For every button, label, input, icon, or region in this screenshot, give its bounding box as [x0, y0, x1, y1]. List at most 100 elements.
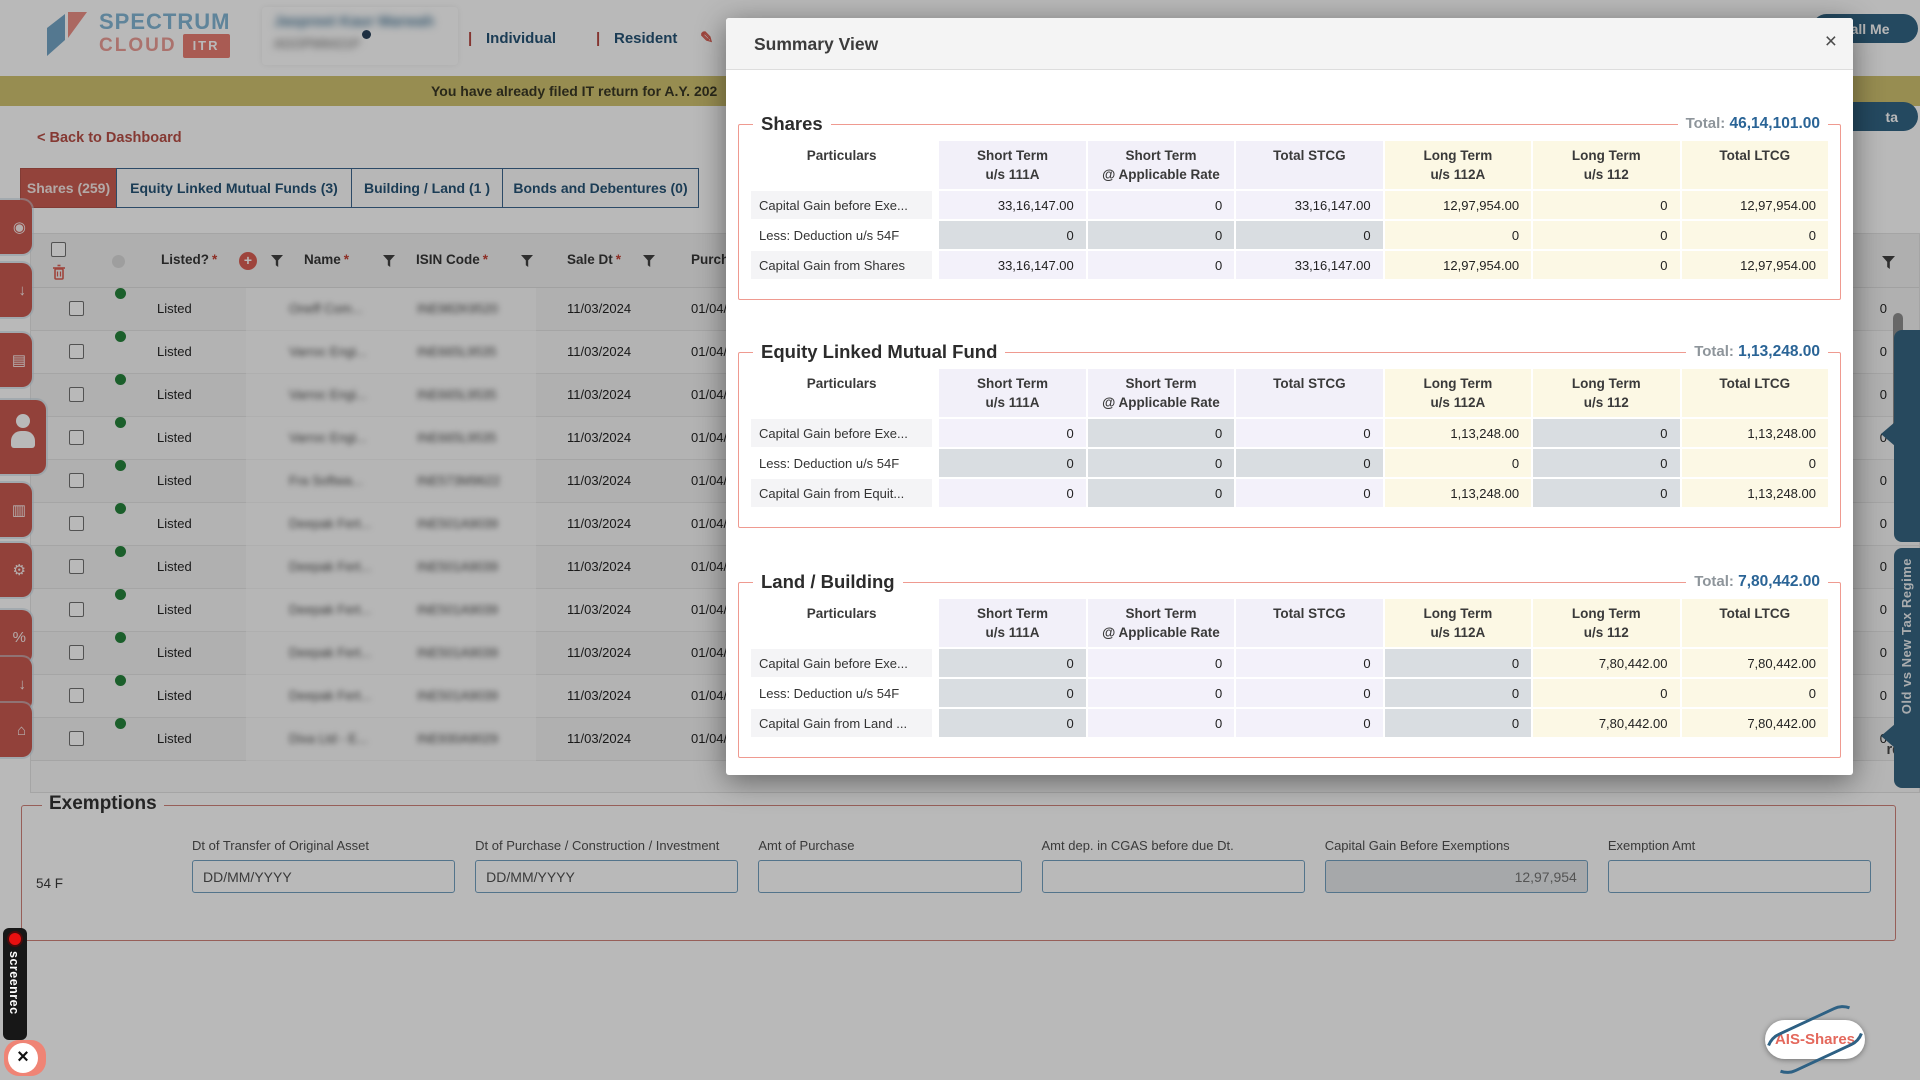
amount-cell: 1,13,248.00: [1383, 417, 1531, 447]
amount-cell: 0: [1234, 447, 1382, 477]
column-header: Particulars: [751, 369, 937, 417]
amount-cell: 0: [1234, 647, 1382, 677]
summary-row: Less: Deduction u/s 54F000000: [751, 219, 1828, 249]
column-header: Total STCG: [1234, 369, 1382, 417]
column-header: Long Termu/s 112: [1531, 141, 1679, 189]
amount-cell: 12,97,954.00: [1680, 249, 1829, 279]
amount-cell: 33,16,147.00: [937, 249, 1085, 279]
ais-shares-button[interactable]: AIS-Shares: [1765, 1020, 1865, 1059]
amount-cell: 0: [1383, 677, 1531, 707]
section-title: Land / Building: [753, 571, 903, 593]
amount-cell: 12,97,954.00: [1383, 249, 1531, 279]
summary-row: Capital Gain before Exe...0001,13,248.00…: [751, 417, 1828, 447]
particulars-cell: Less: Deduction u/s 54F: [751, 677, 937, 707]
screenrec-close-widget[interactable]: ×: [4, 1040, 46, 1076]
amount-cell: 0: [1086, 677, 1234, 707]
close-icon: ×: [8, 1043, 38, 1073]
particulars-cell: Less: Deduction u/s 54F: [751, 447, 937, 477]
section-title: Shares: [753, 113, 831, 135]
column-header: Short Term@ Applicable Rate: [1086, 141, 1234, 189]
summary-row: Capital Gain before Exe...33,16,147.0003…: [751, 189, 1828, 219]
section-total: Total: 1,13,248.00: [1686, 343, 1828, 361]
modal-title: Summary View: [754, 18, 878, 70]
amount-cell: 0: [1383, 707, 1531, 737]
total-value: 1,13,248.00: [1738, 343, 1820, 360]
summary-table: Particulars Short Termu/s 111AShort Term…: [751, 369, 1828, 507]
amount-cell: 7,80,442.00: [1680, 707, 1829, 737]
amount-cell: 0: [937, 447, 1085, 477]
amount-cell: 0: [1531, 249, 1679, 279]
amount-cell: 0: [1086, 477, 1234, 507]
amount-cell: 0: [1234, 219, 1382, 249]
record-dot-icon: [9, 933, 21, 945]
summary-table: Particulars Short Termu/s 111AShort Term…: [751, 141, 1828, 279]
amount-cell: 0: [1086, 707, 1234, 737]
section-total: Total: 46,14,101.00: [1678, 115, 1828, 133]
amount-cell: 1,13,248.00: [1680, 477, 1829, 507]
amount-cell: 0: [1531, 447, 1679, 477]
amount-cell: 0: [1086, 189, 1234, 219]
total-label: Total:: [1694, 573, 1734, 590]
particulars-cell: Capital Gain before Exe...: [751, 647, 937, 677]
column-header: Total LTCG: [1680, 369, 1829, 417]
column-header: Total STCG: [1234, 599, 1382, 647]
amount-cell: 0: [937, 219, 1085, 249]
summary-table: Particulars Short Termu/s 111AShort Term…: [751, 599, 1828, 737]
amount-cell: 0: [937, 647, 1085, 677]
amount-cell: 0: [937, 417, 1085, 447]
column-header: Long Termu/s 112A: [1383, 369, 1531, 417]
column-header: Short Term@ Applicable Rate: [1086, 599, 1234, 647]
summary-section-1: SharesTotal: 46,14,101.00Particulars Sho…: [738, 124, 1841, 300]
column-header: Long Termu/s 112A: [1383, 141, 1531, 189]
amount-cell: 0: [1383, 647, 1531, 677]
summary-row: Capital Gain from Land ...00007,80,442.0…: [751, 707, 1828, 737]
amount-cell: 0: [1086, 219, 1234, 249]
column-header: Short Termu/s 111A: [937, 599, 1085, 647]
amount-cell: 12,97,954.00: [1383, 189, 1531, 219]
column-header: Particulars: [751, 599, 937, 647]
column-header: Particulars: [751, 141, 937, 189]
amount-cell: 12,97,954.00: [1680, 189, 1829, 219]
amount-cell: 0: [1531, 477, 1679, 507]
particulars-cell: Less: Deduction u/s 54F: [751, 219, 937, 249]
amount-cell: 33,16,147.00: [1234, 249, 1382, 279]
amount-cell: 0: [1680, 447, 1829, 477]
total-label: Total:: [1694, 343, 1734, 360]
total-value: 7,80,442.00: [1738, 573, 1820, 590]
amount-cell: 0: [1086, 249, 1234, 279]
particulars-cell: Capital Gain from Equit...: [751, 477, 937, 507]
close-icon[interactable]: ×: [1825, 30, 1837, 54]
summary-view-modal: Summary View × SharesTotal: 46,14,101.00…: [726, 18, 1853, 775]
column-header: Short Term@ Applicable Rate: [1086, 369, 1234, 417]
summary-row: Capital Gain from Shares33,16,147.00033,…: [751, 249, 1828, 279]
summary-row: Less: Deduction u/s 54F000000: [751, 677, 1828, 707]
column-header: Long Termu/s 112A: [1383, 599, 1531, 647]
amount-cell: 0: [1383, 447, 1531, 477]
amount-cell: 33,16,147.00: [1234, 189, 1382, 219]
section-title: Equity Linked Mutual Fund: [753, 341, 1005, 363]
amount-cell: 0: [1531, 677, 1679, 707]
modal-header: Summary View ×: [726, 18, 1853, 70]
amount-cell: 0: [1086, 417, 1234, 447]
amount-cell: 0: [1531, 189, 1679, 219]
amount-cell: 0: [1680, 677, 1829, 707]
column-header: Total LTCG: [1680, 599, 1829, 647]
section-total: Total: 7,80,442.00: [1686, 573, 1828, 591]
amount-cell: 7,80,442.00: [1531, 707, 1679, 737]
particulars-cell: Capital Gain from Shares: [751, 249, 937, 279]
amount-cell: 0: [1383, 219, 1531, 249]
total-label: Total:: [1686, 115, 1726, 132]
amount-cell: 7,80,442.00: [1531, 647, 1679, 677]
column-header: Long Termu/s 112: [1531, 369, 1679, 417]
amount-cell: 0: [1086, 647, 1234, 677]
amount-cell: 7,80,442.00: [1680, 647, 1829, 677]
amount-cell: 0: [1234, 677, 1382, 707]
screenrec-widget[interactable]: screenrec: [3, 928, 27, 1040]
amount-cell: 0: [1086, 447, 1234, 477]
summary-section-3: Land / BuildingTotal: 7,80,442.00Particu…: [738, 582, 1841, 758]
amount-cell: 0: [937, 477, 1085, 507]
amount-cell: 1,13,248.00: [1383, 477, 1531, 507]
amount-cell: 0: [937, 677, 1085, 707]
amount-cell: 0: [1234, 417, 1382, 447]
column-header: Total STCG: [1234, 141, 1382, 189]
